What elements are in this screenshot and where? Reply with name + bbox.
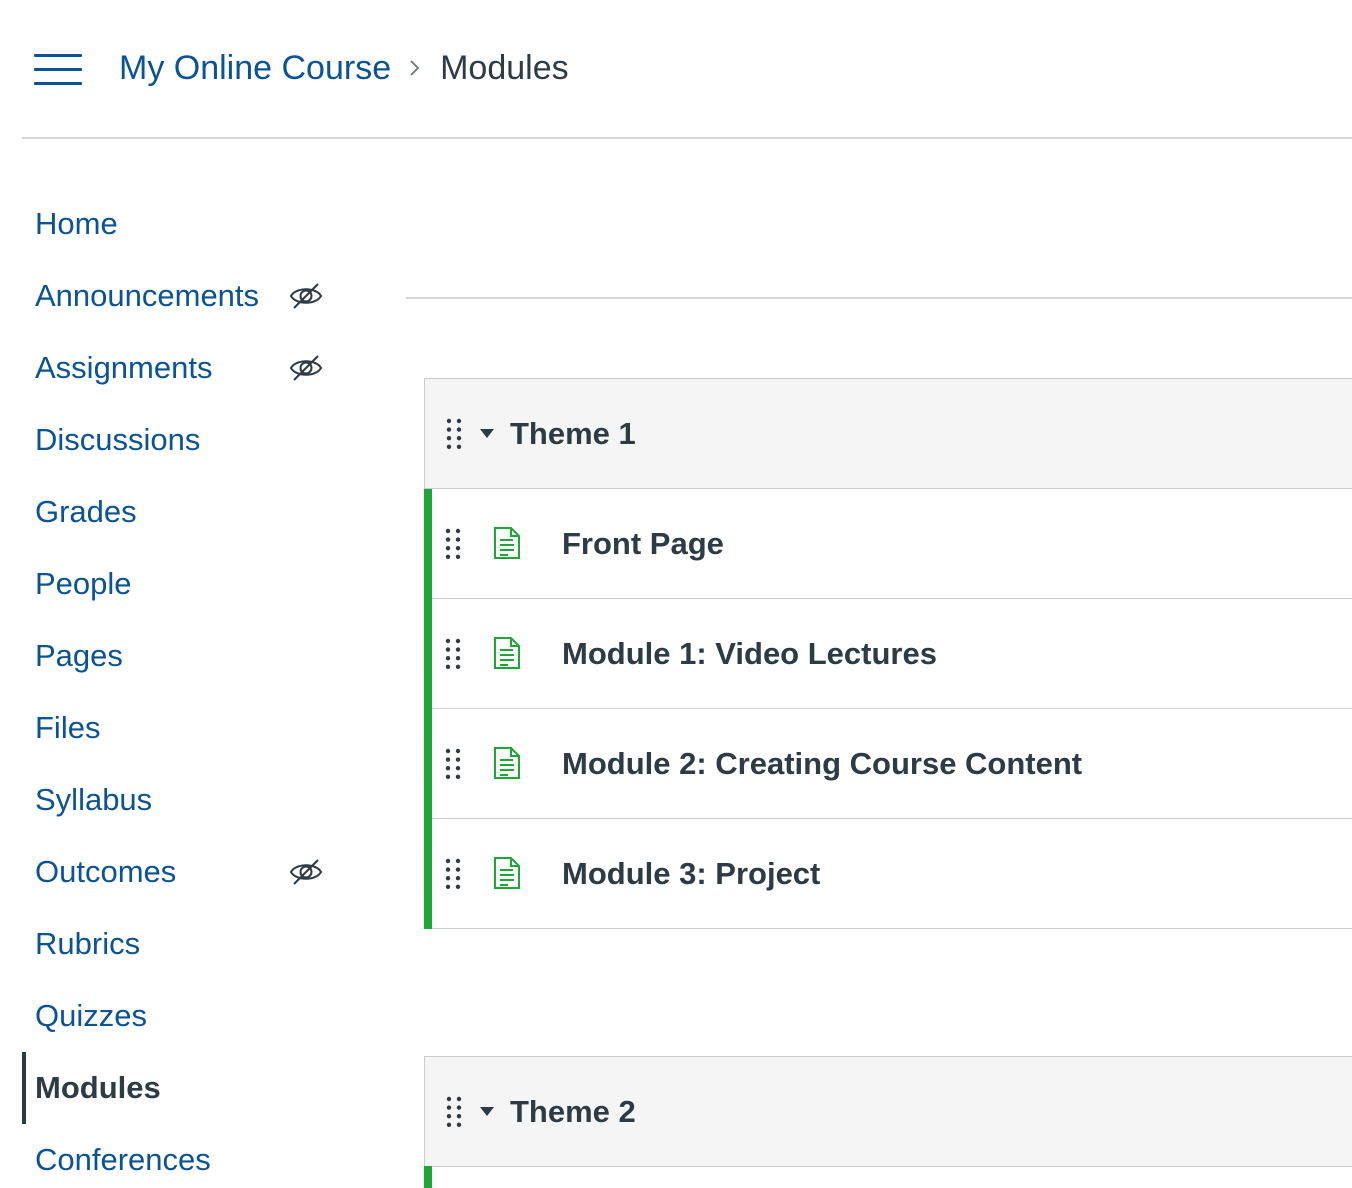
module-2: Theme 2 bbox=[424, 1056, 1352, 1167]
sidebar-item-label: Announcements bbox=[35, 278, 260, 313]
sidebar-item-label: Quizzes bbox=[35, 998, 147, 1033]
page: My Online Course Modules Home Announcemen… bbox=[0, 0, 1352, 1188]
drag-handle-icon[interactable] bbox=[445, 417, 463, 451]
drag-handle-icon[interactable] bbox=[444, 857, 462, 891]
sidebar-item-label: Assignments bbox=[35, 350, 213, 385]
module-title: Theme 2 bbox=[510, 1094, 636, 1129]
page-icon bbox=[493, 636, 521, 670]
eye-slash-icon bbox=[288, 282, 324, 310]
sidebar-item-people[interactable]: People bbox=[0, 548, 360, 620]
collapse-caret-icon[interactable] bbox=[480, 1107, 494, 1116]
sidebar-item-discussions[interactable]: Discussions bbox=[0, 404, 360, 476]
breadcrumb-current: Modules bbox=[440, 48, 569, 87]
page-icon bbox=[493, 856, 521, 890]
hamburger-menu-icon[interactable] bbox=[34, 54, 82, 86]
page-icon bbox=[493, 746, 521, 780]
drag-handle-icon[interactable] bbox=[445, 1095, 463, 1129]
sidebar-item-syllabus[interactable]: Syllabus bbox=[0, 764, 360, 836]
content-divider bbox=[406, 297, 1352, 299]
published-status-bar bbox=[424, 1166, 432, 1188]
module-item-title[interactable]: Module 3: Project bbox=[562, 819, 820, 929]
sidebar-item-label: Rubrics bbox=[35, 926, 141, 961]
sidebar-item-label: Pages bbox=[35, 638, 123, 673]
module-item[interactable]: Module 1: Video Lectures bbox=[424, 599, 1352, 709]
module-items-list: Front Page Module 1: Video Lectures Module… bbox=[424, 489, 1352, 929]
page-icon bbox=[493, 526, 521, 560]
module-item[interactable]: Front Page bbox=[424, 489, 1352, 599]
sidebar-item-assignments[interactable]: Assignments bbox=[0, 332, 360, 404]
sidebar-item-rubrics[interactable]: Rubrics bbox=[0, 908, 360, 980]
eye-slash-icon bbox=[288, 354, 324, 382]
sidebar-item-conferences[interactable]: Conferences bbox=[0, 1124, 360, 1188]
module-header[interactable]: Theme 2 bbox=[425, 1057, 1352, 1167]
sidebar-item-pages[interactable]: Pages bbox=[0, 620, 360, 692]
sidebar-item-grades[interactable]: Grades bbox=[0, 476, 360, 548]
sidebar-item-label: Files bbox=[35, 710, 101, 745]
eye-slash-icon bbox=[288, 858, 324, 886]
module-1: Theme 1 Front Page Module 1: Video Lecture… bbox=[424, 378, 1352, 929]
sidebar-item-files[interactable]: Files bbox=[0, 692, 360, 764]
module-item-title[interactable]: Module 2: Creating Course Content bbox=[562, 709, 1082, 819]
module-title: Theme 1 bbox=[510, 416, 636, 451]
sidebar-item-label: Outcomes bbox=[35, 854, 177, 889]
module-header[interactable]: Theme 1 bbox=[425, 379, 1352, 489]
breadcrumb-course-link[interactable]: My Online Course bbox=[119, 49, 391, 88]
module-item-title[interactable]: Front Page bbox=[562, 489, 724, 599]
course-navigation: Home Announcements Assignments Discussions G… bbox=[0, 188, 360, 1188]
breadcrumb: My Online Course Modules bbox=[119, 46, 569, 90]
sidebar-item-label: Grades bbox=[35, 494, 137, 529]
header-divider bbox=[22, 137, 1352, 139]
sidebar-item-label: Discussions bbox=[35, 422, 201, 457]
sidebar-item-label: Modules bbox=[35, 1070, 161, 1105]
drag-handle-icon[interactable] bbox=[444, 637, 462, 671]
module-item[interactable]: Module 3: Project bbox=[424, 819, 1352, 929]
sidebar-item-label: Home bbox=[35, 206, 118, 241]
sidebar-item-label: Conferences bbox=[35, 1142, 211, 1177]
sidebar-item-announcements[interactable]: Announcements bbox=[0, 260, 360, 332]
module-item[interactable]: Module 2: Creating Course Content bbox=[424, 709, 1352, 819]
collapse-caret-icon[interactable] bbox=[480, 429, 494, 438]
sidebar-item-modules[interactable]: Modules bbox=[0, 1052, 360, 1124]
sidebar-item-label: People bbox=[35, 566, 132, 601]
sidebar-item-outcomes[interactable]: Outcomes bbox=[0, 836, 360, 908]
drag-handle-icon[interactable] bbox=[444, 747, 462, 781]
sidebar-item-quizzes[interactable]: Quizzes bbox=[0, 980, 360, 1052]
sidebar-item-label: Syllabus bbox=[35, 782, 153, 817]
drag-handle-icon[interactable] bbox=[444, 527, 462, 561]
sidebar-item-home[interactable]: Home bbox=[0, 188, 360, 260]
chevron-right-icon bbox=[409, 59, 420, 77]
module-item-title[interactable]: Module 1: Video Lectures bbox=[562, 599, 937, 709]
